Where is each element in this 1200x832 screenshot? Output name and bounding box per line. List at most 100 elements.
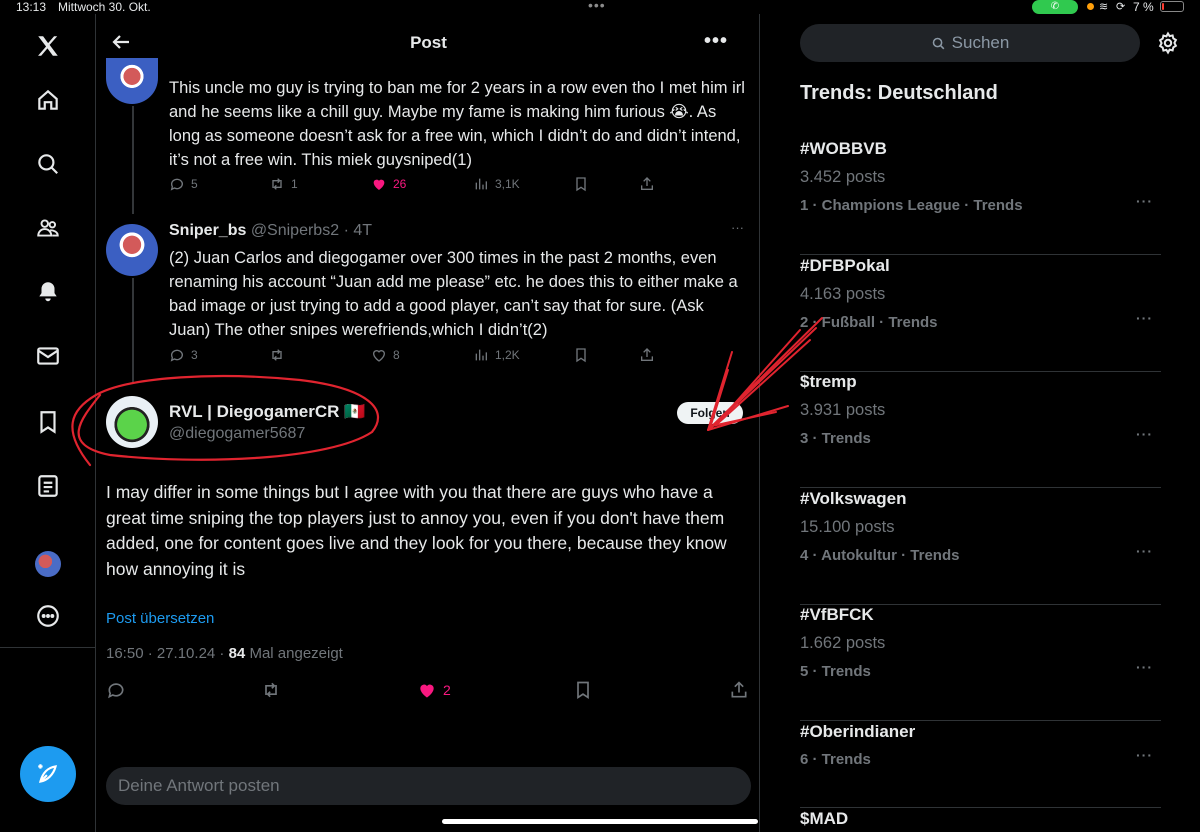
follow-button[interactable]: Folgen	[677, 402, 743, 424]
post-views-count: 84	[228, 645, 246, 662]
views-count: 1,2K	[495, 348, 520, 362]
notifications-bell-icon[interactable]	[30, 274, 66, 310]
views-button[interactable]: 1,2K	[473, 347, 520, 363]
trend-tag: #Oberindianer	[800, 722, 916, 741]
bookmark-icon	[576, 177, 586, 192]
bookmark-button[interactable]	[573, 176, 589, 192]
tweet-more-icon[interactable]: ···	[731, 220, 744, 235]
author-name[interactable]: Sniper_bs	[169, 222, 246, 239]
views-button[interactable]: 3,1K	[473, 176, 520, 192]
lists-icon[interactable]	[30, 468, 66, 504]
profile-avatar[interactable]	[35, 551, 61, 577]
trend-posts: 3.452 posts	[800, 168, 886, 186]
status-bar: 13:13 Mittwoch 30. Okt. ••• ✆ ≋ ⟳ 7 %	[0, 0, 1200, 14]
author-handle[interactable]: @Sniperbs2	[251, 222, 339, 239]
rotation-lock-icon: ⟳	[1116, 1, 1126, 13]
battery-icon	[1160, 1, 1184, 12]
trend-more-icon[interactable]: ···	[1136, 747, 1153, 763]
post-actions: 2	[97, 680, 760, 704]
post-header: Post •••	[97, 14, 760, 68]
like-button[interactable]: 26	[371, 176, 406, 192]
reply-button[interactable]: 3	[169, 347, 198, 363]
search-icon[interactable]	[30, 146, 66, 182]
heart-icon	[372, 350, 386, 362]
trend-more-icon[interactable]: ···	[1136, 193, 1153, 209]
repost-icon	[272, 349, 282, 361]
trend-tag: #WOBBVB	[800, 139, 887, 158]
trend-tag: #Volkswagen	[800, 489, 907, 508]
more-options-icon[interactable]	[30, 598, 66, 634]
heart-filled-icon	[373, 179, 385, 190]
share-button[interactable]	[729, 680, 749, 700]
trend-item[interactable]: #VfBFCK 1.662 posts 5 · Trends ···	[800, 605, 1161, 721]
reply-icon	[170, 178, 183, 191]
bookmark-icon	[576, 348, 586, 363]
like-button[interactable]: 8	[371, 347, 400, 363]
post-text: I may differ in some things but I agree …	[106, 482, 727, 579]
avatar[interactable]	[106, 396, 158, 448]
mic-indicator-icon	[1087, 3, 1094, 10]
share-button[interactable]	[639, 176, 655, 192]
repost-button[interactable]	[269, 347, 285, 363]
home-indicator[interactable]	[442, 819, 758, 824]
wifi-icon: ≋	[1099, 1, 1109, 13]
x-logo-icon[interactable]	[30, 28, 66, 64]
reply-button[interactable]	[106, 680, 126, 700]
avatar[interactable]	[106, 224, 158, 276]
search-icon	[932, 37, 945, 49]
repost-button[interactable]: 1	[269, 176, 298, 192]
repost-button[interactable]	[261, 680, 281, 700]
repost-icon	[265, 682, 277, 698]
trend-posts: 15.100 posts	[800, 518, 895, 536]
reply-input[interactable]: Deine Antwort posten	[106, 767, 751, 805]
main-author-name-line: RVL | DiegogamerCR 🇲🇽	[169, 402, 365, 422]
trend-more-icon[interactable]: ···	[1136, 310, 1153, 326]
multitasking-dots-icon[interactable]: •••	[588, 0, 606, 13]
reply-button[interactable]: 5	[169, 176, 198, 192]
messages-mail-icon[interactable]	[30, 338, 66, 374]
trend-item[interactable]: $MAD	[800, 809, 1161, 832]
trend-category: 6 · Trends	[800, 751, 871, 768]
trend-posts: 3.931 posts	[800, 401, 886, 419]
reply-count: 5	[191, 177, 198, 191]
trend-more-icon[interactable]: ···	[1136, 426, 1153, 442]
more-options-icon[interactable]: •••	[704, 30, 728, 53]
search-input[interactable]: Suchen	[800, 24, 1140, 62]
trend-category: 5 · Trends	[800, 663, 871, 680]
translate-post-link[interactable]: Post übersetzen	[106, 610, 214, 627]
views-chart-icon	[475, 349, 487, 361]
bookmarks-icon[interactable]	[30, 404, 66, 440]
communities-icon[interactable]	[30, 210, 66, 246]
reply-icon	[108, 683, 124, 699]
trend-item[interactable]: #Volkswagen 15.100 posts 4 · Autokultur …	[800, 489, 1161, 605]
call-indicator-icon[interactable]: ✆	[1032, 0, 1078, 14]
trends-sidebar: Suchen Trends: Deutschland #WOBBVB 3.452…	[761, 14, 1200, 832]
bookmark-button[interactable]	[573, 680, 593, 700]
author-name[interactable]: RVL | DiegogamerCR	[169, 402, 339, 421]
left-navigation	[0, 14, 96, 832]
home-icon[interactable]	[30, 82, 66, 118]
bookmark-button[interactable]	[573, 347, 589, 363]
tweet-actions: 3 8 1,2K	[169, 347, 729, 367]
like-button[interactable]: 2	[417, 680, 451, 700]
author-handle[interactable]: @diegogamer5687	[169, 425, 305, 443]
trend-more-icon[interactable]: ···	[1136, 659, 1153, 675]
trend-item[interactable]: $tremp 3.931 posts 3 · Trends ···	[800, 372, 1161, 488]
trend-item[interactable]: #WOBBVB 3.452 posts 1 · Champions League…	[800, 139, 1161, 255]
compose-post-button[interactable]	[20, 746, 76, 802]
page-title: Post	[410, 33, 447, 52]
trend-more-icon[interactable]: ···	[1136, 543, 1153, 559]
thread-line	[132, 106, 134, 214]
tweet-author-line: Sniper_bs @Sniperbs2 · 4T	[169, 222, 372, 240]
trend-item[interactable]: #DFBPokal 4.163 posts 2 · Fußball · Tren…	[800, 256, 1161, 372]
trend-item[interactable]: #Oberindianer 6 · Trends ···	[800, 722, 1161, 808]
trend-tag: #VfBFCK	[800, 605, 874, 624]
battery-percent: 7 %	[1133, 0, 1154, 14]
tweet-time: · 4T	[343, 222, 373, 239]
share-button[interactable]	[639, 347, 655, 363]
avatar[interactable]	[106, 58, 158, 104]
repost-icon	[272, 178, 282, 190]
like-count: 26	[393, 177, 407, 191]
share-icon	[641, 177, 653, 190]
settings-gear-icon[interactable]	[1156, 31, 1180, 55]
